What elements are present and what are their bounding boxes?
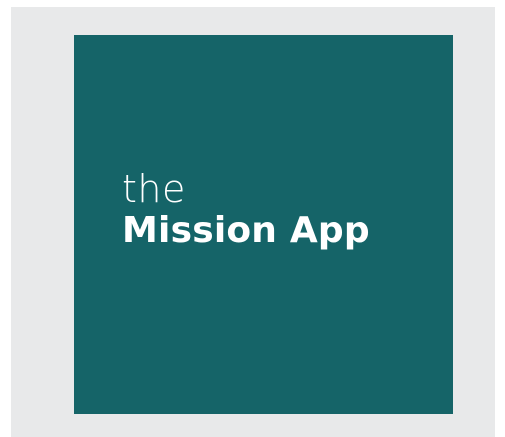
logo-line-app-name: Mission App xyxy=(122,210,370,251)
logo-line-the: the xyxy=(122,167,186,211)
app-logo-text: the Mission App xyxy=(122,167,370,253)
app-icon-tile: the Mission App xyxy=(74,35,453,414)
icon-frame: the Mission App xyxy=(11,7,495,437)
